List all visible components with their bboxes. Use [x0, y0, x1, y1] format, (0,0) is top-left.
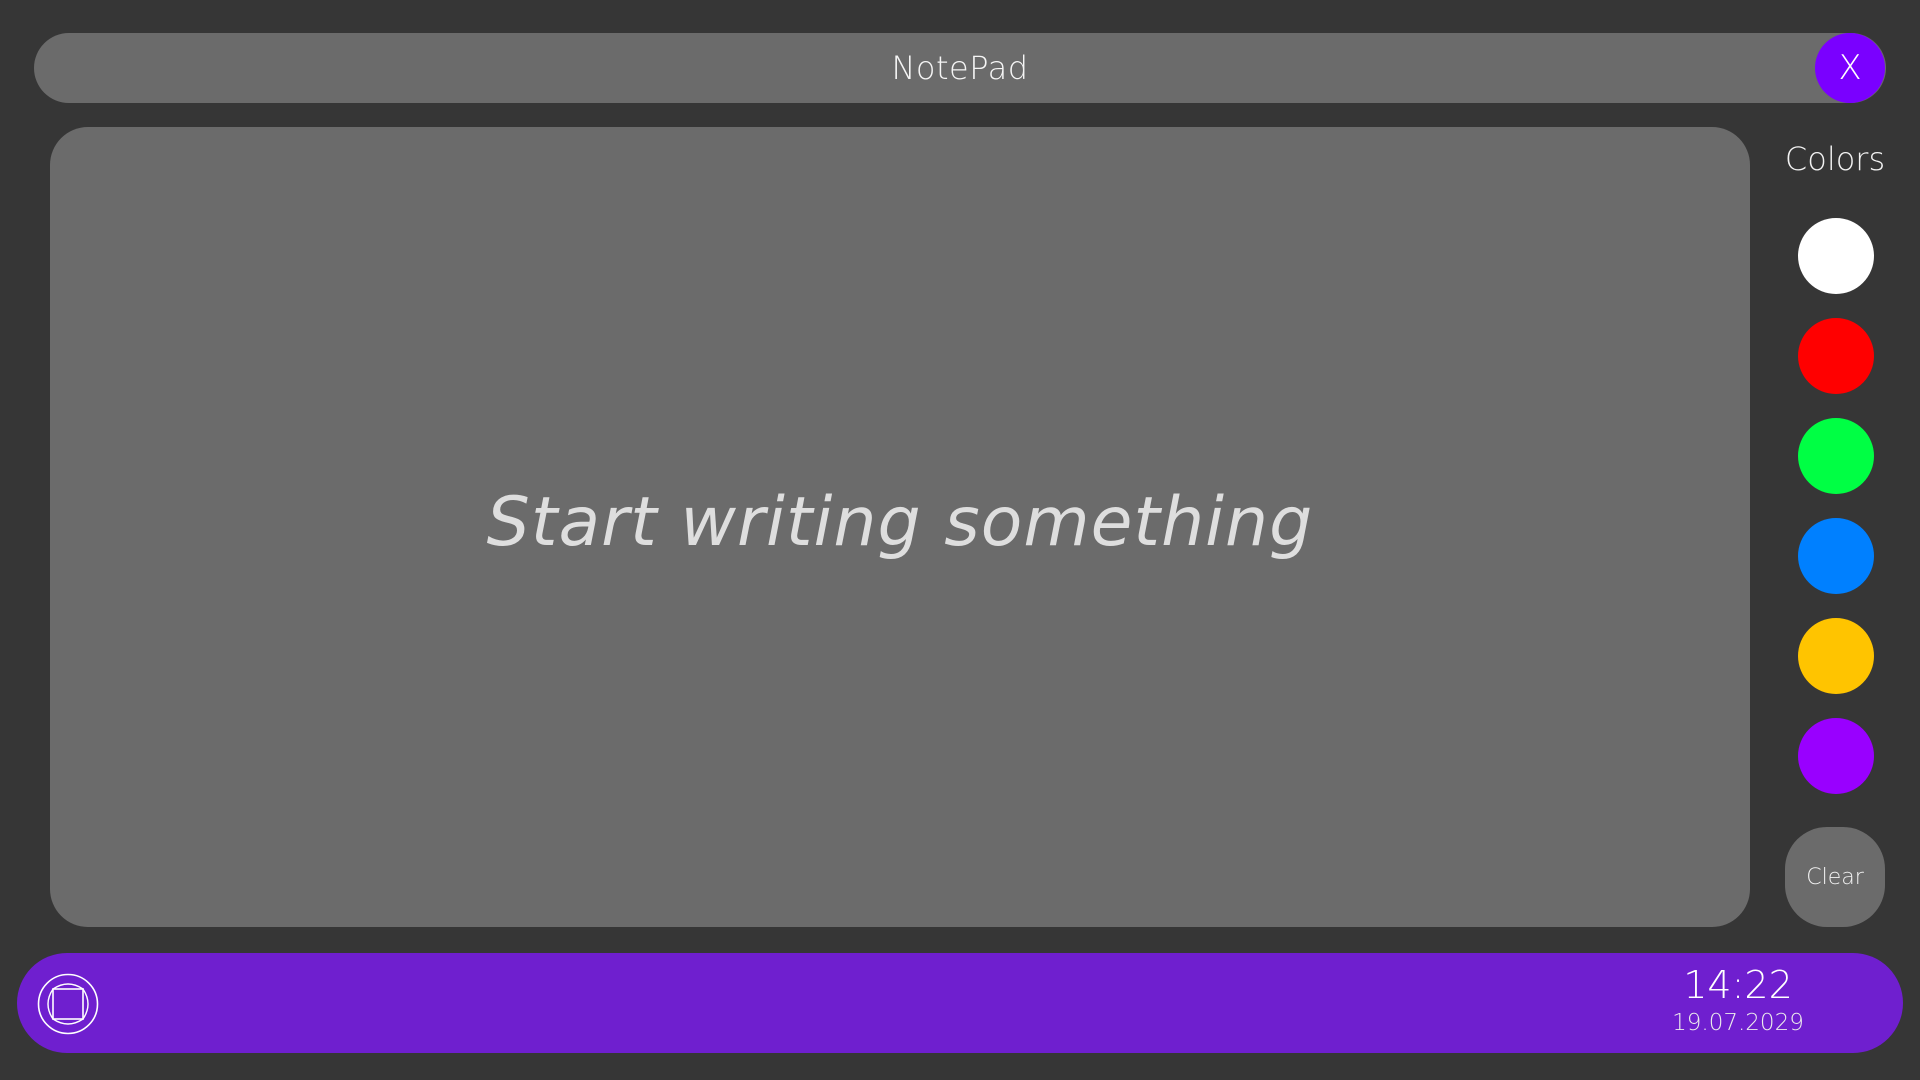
color-swatch-white[interactable] [1798, 218, 1874, 294]
colors-label: Colors [1784, 140, 1886, 178]
desktop: NotePad X Start writing something Colors… [0, 0, 1920, 1080]
color-swatch-blue[interactable] [1798, 518, 1874, 594]
color-swatch-purple[interactable] [1798, 718, 1874, 794]
color-swatch-green[interactable] [1798, 418, 1874, 494]
window-title: NotePad [891, 49, 1029, 87]
clock-date: 19.07.2029 [1672, 1010, 1804, 1036]
start-button[interactable] [37, 973, 99, 1035]
title-bar: NotePad [34, 33, 1886, 103]
clear-button[interactable]: Clear [1785, 827, 1885, 927]
note-editor: Start writing something [50, 127, 1750, 927]
clock-time: 14:22 [1683, 963, 1793, 1007]
window-square-icon [37, 973, 99, 1035]
taskbar: 14:22 19.07.2029 [17, 953, 1903, 1053]
color-swatch-yellow[interactable] [1798, 618, 1874, 694]
close-button[interactable]: X [1815, 33, 1885, 103]
note-textarea[interactable] [50, 127, 1750, 927]
color-swatch-red[interactable] [1798, 318, 1874, 394]
taskbar-clock: 14:22 19.07.2029 [1638, 963, 1838, 1039]
